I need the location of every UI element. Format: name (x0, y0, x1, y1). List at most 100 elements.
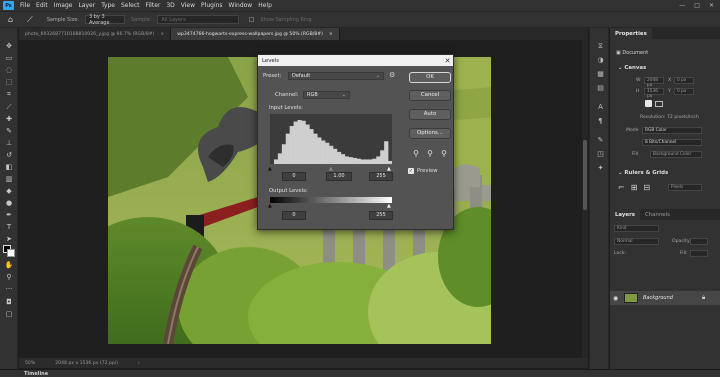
layer-row-background[interactable]: ◉ Background 🔒︎ (610, 291, 720, 305)
dodge-tool-icon[interactable]: ● (4, 199, 14, 208)
grid-icon[interactable]: ⊞ (631, 183, 638, 192)
input-black-field[interactable]: 0 (282, 172, 306, 181)
menu-item-type[interactable]: Type (98, 2, 118, 9)
menu-item-file[interactable]: File (17, 2, 33, 9)
close-tab-icon[interactable]: × (160, 32, 164, 37)
channel-select[interactable]: RGB ⌄ (303, 91, 350, 99)
auto-button[interactable]: Auto (409, 109, 451, 120)
tab-channels[interactable]: Channels (640, 209, 675, 220)
maximize-button[interactable]: □ (694, 2, 700, 9)
close-window-button[interactable]: ✕ (709, 2, 714, 9)
zoom-level[interactable]: 50% (25, 361, 35, 366)
sample-size-select[interactable]: 3 by 3 Average (84, 14, 125, 26)
adjustments-icon[interactable]: ◑ (596, 56, 605, 64)
menu-item-edit[interactable]: Edit (33, 2, 51, 9)
menu-item-select[interactable]: Select (118, 2, 143, 9)
close-icon[interactable]: ✕ (442, 57, 453, 65)
canvas-scrollbar[interactable] (582, 40, 588, 358)
output-white-handle[interactable]: ▲ (387, 203, 391, 209)
eyedropper-tool-icon[interactable]: ⟋ (27, 15, 33, 25)
menu-item-plugins[interactable]: Plugins (198, 2, 226, 9)
libraries-icon[interactable]: ◳ (596, 150, 605, 158)
options-button[interactable]: Options... (409, 128, 451, 139)
preset-options-gear-icon[interactable]: ⚙ (389, 71, 395, 79)
history-brush-icon[interactable]: ↺ (4, 151, 14, 160)
preview-checkbox[interactable]: ✓ (408, 168, 414, 174)
fill-opacity-field[interactable] (690, 250, 708, 257)
eyedropper-tool-icon[interactable]: ⟋ (4, 103, 14, 112)
white-eyedropper-icon[interactable]: ⚲ (439, 149, 449, 159)
fill-select[interactable]: Background Color (650, 151, 702, 158)
menu-item-window[interactable]: Window (226, 2, 256, 9)
history-icon[interactable]: ⧖ (596, 42, 605, 50)
y-field[interactable]: 0 px (674, 88, 694, 95)
gradient-tool-icon[interactable]: ▥ (4, 175, 14, 184)
scrollbar-thumb[interactable] (583, 140, 587, 210)
cancel-button[interactable]: Cancel (409, 90, 451, 101)
menu-item-filter[interactable]: Filter (143, 2, 164, 9)
lasso-tool-icon[interactable]: ◌ (4, 66, 14, 75)
guides-icon[interactable]: ⊟ (643, 183, 650, 192)
tab-properties[interactable]: Properties (610, 28, 652, 39)
document-tab-active[interactable]: wp3474766-hogwarts-express-wallpapers.jp… (171, 28, 340, 40)
menu-item-layer[interactable]: Layer (75, 2, 98, 9)
visibility-eye-icon[interactable]: ◉ (613, 295, 618, 302)
input-white-field[interactable]: 255 (369, 172, 393, 181)
opacity-field[interactable] (690, 238, 708, 245)
landscape-orientation-icon[interactable] (655, 101, 663, 107)
brushes-icon[interactable]: ✎ (596, 136, 605, 144)
tab-layers[interactable]: Layers (610, 209, 640, 220)
document-tab[interactable]: photo_6032687710188810026_y.jpg @ 66.7% … (19, 28, 172, 40)
type-tool-icon[interactable]: T (4, 223, 14, 232)
brush-tool-icon[interactable]: ✎ (4, 127, 14, 136)
path-selection-icon[interactable]: ➤ (4, 235, 14, 244)
layer-kind-filter[interactable]: Kind (614, 225, 659, 232)
height-field[interactable]: 1536 px (644, 88, 664, 99)
home-icon[interactable]: ⌂ (8, 15, 13, 24)
move-tool-icon[interactable]: ✥ (4, 42, 14, 51)
mode-select[interactable]: RGB Color (642, 127, 702, 134)
menu-item-image[interactable]: Image (51, 2, 76, 9)
quick-mask-icon[interactable]: ◘ (4, 298, 14, 307)
status-arrow-icon[interactable]: › (138, 361, 140, 366)
minimize-button[interactable]: — (679, 2, 685, 9)
show-sampling-ring-checkbox[interactable] (249, 17, 255, 22)
eraser-tool-icon[interactable]: ◧ (4, 163, 14, 172)
screen-mode-icon[interactable]: ▢ (4, 310, 14, 319)
width-field[interactable]: 2048 px (644, 77, 664, 88)
menu-item-view[interactable]: View (178, 2, 198, 9)
shapes-icon[interactable]: ✦ (596, 164, 605, 172)
gray-eyedropper-icon[interactable]: ⚲ (425, 149, 435, 159)
close-tab-icon[interactable]: × (329, 32, 333, 37)
ruler-icon[interactable]: ⌐ (618, 183, 625, 192)
output-black-handle[interactable]: ▲ (268, 203, 272, 209)
more-tools-icon[interactable]: ··· (4, 285, 14, 294)
zoom-tool-icon[interactable]: ⚲ (4, 273, 14, 282)
menu-item-3d[interactable]: 3D (163, 2, 177, 9)
ruler-units-select[interactable]: Pixels (668, 184, 702, 191)
background-color-swatch[interactable] (7, 249, 15, 257)
swatches-icon[interactable]: ▤ (596, 84, 605, 92)
output-white-field[interactable]: 255 (369, 211, 393, 220)
black-point-handle[interactable]: ▲ (268, 166, 272, 172)
output-black-field[interactable]: 0 (282, 211, 306, 220)
pen-tool-icon[interactable]: ✒ (4, 211, 14, 220)
preset-select[interactable]: Default ⌄ (288, 72, 384, 80)
stamp-tool-icon[interactable]: ⊥ (4, 139, 14, 148)
bit-depth-select[interactable]: 8 Bits/Channel (642, 139, 702, 146)
sample-select[interactable]: All Layers (157, 15, 240, 24)
ok-button[interactable]: OK (409, 72, 451, 83)
paragraph-icon[interactable]: ¶ (596, 117, 605, 125)
input-gamma-field[interactable]: 1.00 (326, 172, 352, 181)
menu-item-help[interactable]: Help (255, 2, 275, 9)
levels-titlebar[interactable]: Levels ✕ (258, 55, 453, 66)
x-field[interactable]: 0 px (674, 77, 694, 84)
blend-mode-select[interactable]: Normal (614, 238, 659, 245)
crop-tool-icon[interactable]: ⌗ (4, 90, 14, 99)
output-levels-slider[interactable]: ▲ ▲ (268, 203, 392, 209)
artboard-tool-icon[interactable]: ▭ (4, 54, 14, 63)
timeline-panel-tab[interactable]: Timeline (0, 369, 720, 377)
blur-tool-icon[interactable]: ◆ (4, 187, 14, 196)
hand-tool-icon[interactable]: ✋ (4, 261, 14, 270)
object-selection-tool-icon[interactable]: ⬚ (4, 78, 14, 87)
